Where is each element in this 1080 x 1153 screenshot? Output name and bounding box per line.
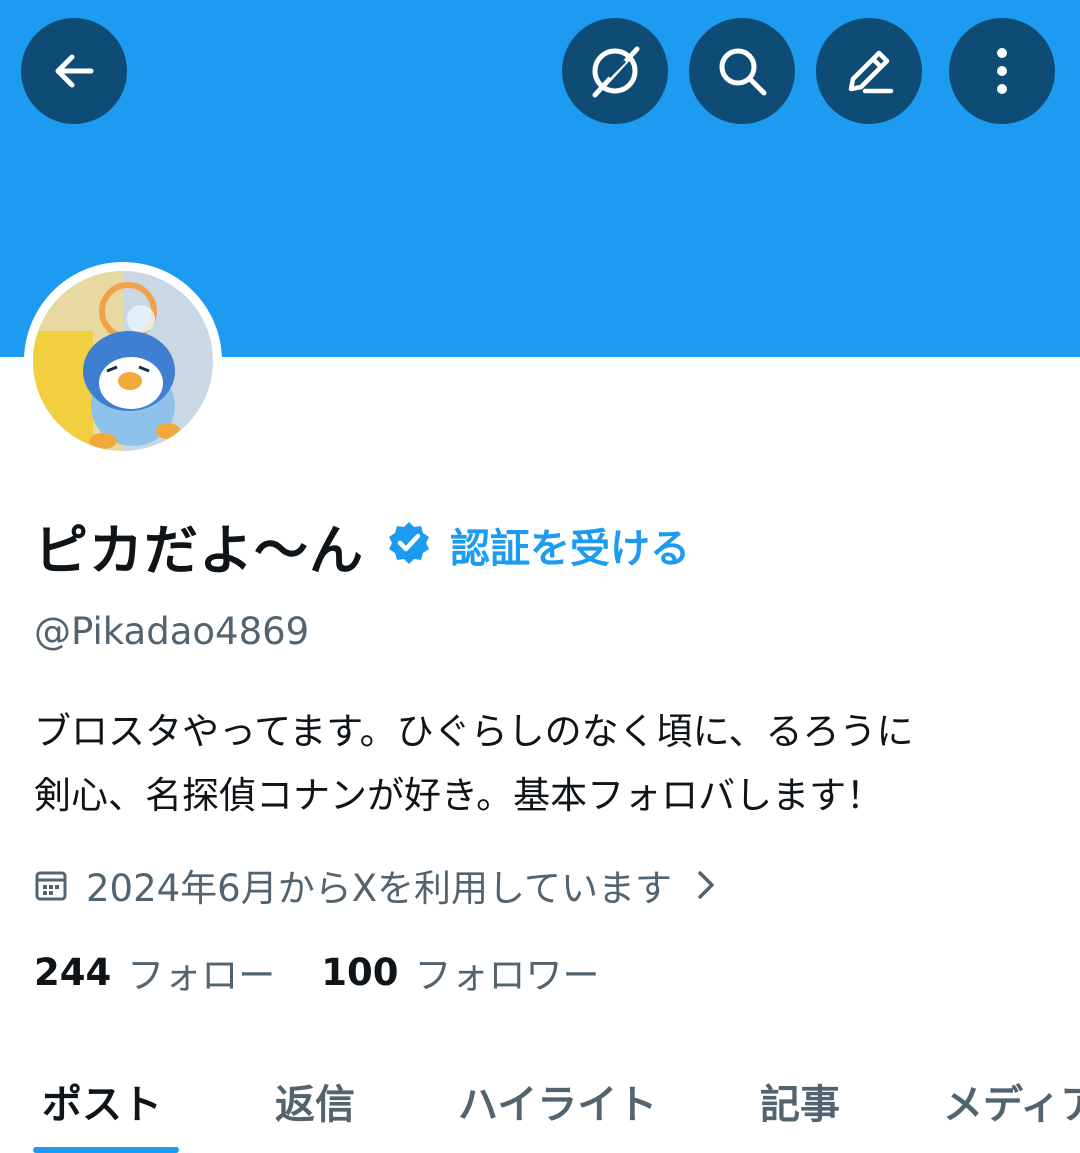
tab-articles[interactable]: 記事 — [760, 1072, 840, 1130]
get-verified-link[interactable]: 認証を受ける — [450, 516, 690, 574]
following-label: フォロー — [127, 954, 276, 997]
name-row: ピカだよ〜ん 認証を受ける — [34, 505, 690, 585]
grok-icon — [592, 46, 640, 98]
tab-highlights[interactable]: ハイライト — [458, 1072, 657, 1130]
follow-stats: 244 フォロー 100 フォロワー — [34, 944, 599, 1000]
followers-count: 100 — [321, 950, 399, 994]
edit-icon — [848, 50, 894, 94]
bio-line: 剣心、名探偵コナンが好き。基本フォロバします！ — [34, 774, 884, 817]
more-button[interactable] — [949, 18, 1055, 124]
joined-date-row[interactable]: 2024年6月からXを利用しています — [34, 858, 716, 912]
following-stat[interactable]: 244 フォロー — [34, 945, 275, 999]
avatar[interactable] — [24, 262, 222, 460]
grok-button[interactable] — [562, 18, 668, 124]
edit-profile-button[interactable] — [816, 18, 922, 124]
profile-handle: @Pikadao4869 — [34, 610, 310, 653]
back-button[interactable] — [21, 18, 127, 124]
more-vertical-icon — [997, 48, 1007, 94]
verified-badge-icon[interactable] — [386, 520, 432, 570]
calendar-icon — [35, 871, 67, 901]
display-name: ピカだよ〜ん — [34, 518, 364, 582]
tab-media[interactable]: メディア — [943, 1072, 1080, 1130]
search-button[interactable] — [689, 18, 795, 124]
profile-bio: ブロスタやってます。ひぐらしのなく頃に、るろうに 剣心、名探偵コナンが好き。基本… — [34, 700, 1054, 828]
avatar-image — [33, 271, 213, 451]
joined-date-text: 2024年6月からXを利用しています — [86, 867, 672, 910]
profile-tabs: ポスト 返信 ハイライト 記事 メディア — [0, 1060, 1080, 1153]
followers-stat[interactable]: 100 フォロワー — [321, 945, 599, 999]
active-tab-indicator — [33, 1147, 179, 1153]
tab-replies[interactable]: 返信 — [275, 1072, 355, 1130]
followers-label: フォロワー — [414, 954, 600, 997]
following-count: 244 — [34, 950, 112, 994]
bio-line: ブロスタやってます。ひぐらしのなく頃に、るろうに — [34, 710, 914, 753]
tab-posts[interactable]: ポスト — [42, 1072, 162, 1130]
chevron-right-icon — [698, 871, 714, 899]
search-icon — [719, 48, 767, 96]
arrow-left-icon — [55, 54, 94, 88]
